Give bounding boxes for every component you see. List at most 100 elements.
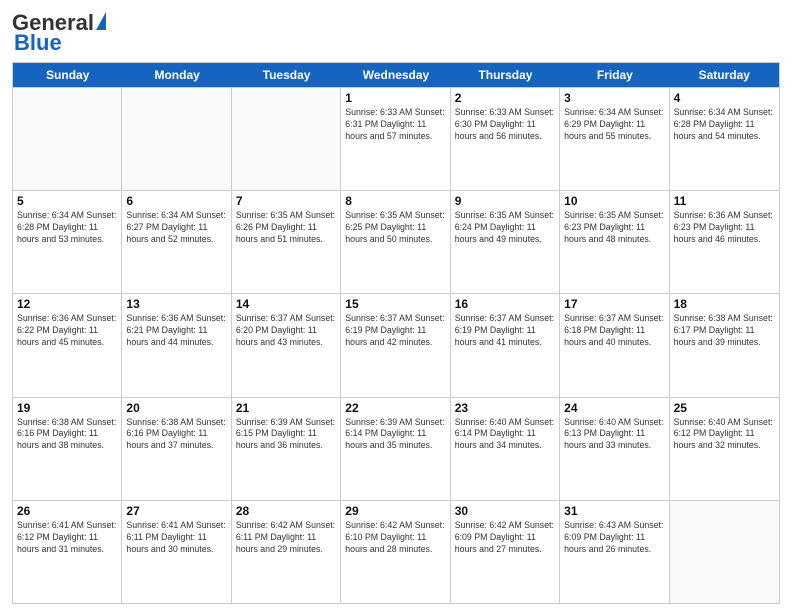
cell-info: Sunrise: 6:33 AM Sunset: 6:30 PM Dayligh… (455, 107, 555, 143)
calendar-cell: 22Sunrise: 6:39 AM Sunset: 6:14 PM Dayli… (341, 398, 450, 500)
calendar-cell: 16Sunrise: 6:37 AM Sunset: 6:19 PM Dayli… (451, 294, 560, 396)
weekday-header-friday: Friday (560, 63, 669, 87)
day-number: 25 (674, 401, 775, 415)
calendar-cell: 7 Sunrise: 6:35 AM Sunset: 6:26 PM Daylig… (232, 191, 341, 293)
calendar-cell: 5 Sunrise: 6:34 AM Sunset: 6:28 PM Daylig… (13, 191, 122, 293)
calendar-cell: 15 Sunrise: 6:37 AM Sunset: 6:19 PM Dayli… (341, 294, 450, 396)
day-number: 11 (674, 194, 775, 208)
cell-info: Sunrise: 6:38 AM Sunset: 6:17 PM Dayligh… (674, 313, 775, 349)
calendar-cell: 30 Sunrise: 6:42 AM Sunset: 6:09 PM Dayli… (451, 501, 560, 603)
day-number: 26 (17, 504, 117, 518)
calendar-cell: 21 Sunrise: 6:39 AM Sunset: 6:15 PM Dayli… (232, 398, 341, 500)
cell-info: Sunrise: 6:38 AM Sunset: 6:16 PM Dayligh… (17, 417, 117, 453)
calendar-cell (122, 88, 231, 190)
calendar-cell: 3 Sunrise: 6:34 AM Sunset: 6:29 PM Daylig… (560, 88, 669, 190)
weekday-header-tuesday: Tuesday (232, 63, 341, 87)
calendar-cell: 8 Sunrise: 6:35 AM Sunset: 6:25 PM Daylig… (341, 191, 450, 293)
calendar-row-4: 26 Sunrise: 6:41 AM Sunset: 6:12 PM Dayli… (13, 500, 779, 603)
calendar-cell: 12 Sunrise: 6:36 AM Sunset: 6:22 PM Dayli… (13, 294, 122, 396)
day-number: 15 (345, 297, 445, 311)
day-number: 30 (455, 504, 555, 518)
day-number: 8 (345, 194, 445, 208)
day-number: 13 (126, 297, 226, 311)
calendar-cell: 26 Sunrise: 6:41 AM Sunset: 6:12 PM Dayli… (13, 501, 122, 603)
calendar-cell: 13 Sunrise: 6:36 AM Sunset: 6:21 PM Dayli… (122, 294, 231, 396)
day-number: 14 (236, 297, 336, 311)
calendar-cell: 11 Sunrise: 6:36 AM Sunset: 6:23 PM Dayli… (670, 191, 779, 293)
day-number: 24 (564, 401, 664, 415)
logo-triangle-icon (96, 12, 106, 30)
calendar-cell (13, 88, 122, 190)
cell-info: Sunrise: 6:43 AM Sunset: 6:09 PM Dayligh… (564, 520, 664, 556)
calendar-cell: 25 Sunrise: 6:40 AM Sunset: 6:12 PM Dayli… (670, 398, 779, 500)
day-number: 27 (126, 504, 226, 518)
calendar-cell: 20 Sunrise: 6:38 AM Sunset: 6:16 PM Dayli… (122, 398, 231, 500)
calendar-cell: 24 Sunrise: 6:40 AM Sunset: 6:13 PM Dayli… (560, 398, 669, 500)
cell-info: Sunrise: 6:34 AM Sunset: 6:28 PM Dayligh… (17, 210, 117, 246)
cell-info: Sunrise: 6:34 AM Sunset: 6:27 PM Dayligh… (126, 210, 226, 246)
day-number: 18 (674, 297, 775, 311)
weekday-header-thursday: Thursday (451, 63, 560, 87)
day-number: 22 (345, 401, 445, 415)
calendar-cell: 29Sunrise: 6:42 AM Sunset: 6:10 PM Dayli… (341, 501, 450, 603)
day-number: 28 (236, 504, 336, 518)
cell-info: Sunrise: 6:34 AM Sunset: 6:28 PM Dayligh… (674, 107, 775, 143)
calendar-cell: 28 Sunrise: 6:42 AM Sunset: 6:11 PM Dayli… (232, 501, 341, 603)
cell-info: Sunrise: 6:34 AM Sunset: 6:29 PM Dayligh… (564, 107, 664, 143)
cell-info: Sunrise: 6:42 AM Sunset: 6:11 PM Dayligh… (236, 520, 336, 556)
day-number: 4 (674, 91, 775, 105)
calendar-cell: 18 Sunrise: 6:38 AM Sunset: 6:17 PM Dayli… (670, 294, 779, 396)
cell-info: Sunrise: 6:37 AM Sunset: 6:20 PM Dayligh… (236, 313, 336, 349)
day-number: 21 (236, 401, 336, 415)
day-number: 1 (345, 91, 445, 105)
calendar-cell: 19 Sunrise: 6:38 AM Sunset: 6:16 PM Dayli… (13, 398, 122, 500)
cell-info: Sunrise: 6:41 AM Sunset: 6:11 PM Dayligh… (126, 520, 226, 556)
header: General Blue (12, 10, 780, 56)
calendar-cell: 31Sunrise: 6:43 AM Sunset: 6:09 PM Dayli… (560, 501, 669, 603)
day-number: 3 (564, 91, 664, 105)
day-number: 12 (17, 297, 117, 311)
cell-info: Sunrise: 6:36 AM Sunset: 6:23 PM Dayligh… (674, 210, 775, 246)
calendar-row-0: 1Sunrise: 6:33 AM Sunset: 6:31 PM Daylig… (13, 87, 779, 190)
weekday-header-sunday: Sunday (13, 63, 122, 87)
cell-info: Sunrise: 6:39 AM Sunset: 6:15 PM Dayligh… (236, 417, 336, 453)
page: General Blue SundayMondayTuesdayWednesda… (0, 0, 792, 612)
calendar-cell: 2 Sunrise: 6:33 AM Sunset: 6:30 PM Daylig… (451, 88, 560, 190)
day-number: 23 (455, 401, 555, 415)
weekday-header-saturday: Saturday (670, 63, 779, 87)
day-number: 5 (17, 194, 117, 208)
calendar-cell (232, 88, 341, 190)
calendar-cell: 4 Sunrise: 6:34 AM Sunset: 6:28 PM Daylig… (670, 88, 779, 190)
cell-info: Sunrise: 6:37 AM Sunset: 6:19 PM Dayligh… (455, 313, 555, 349)
cell-info: Sunrise: 6:40 AM Sunset: 6:14 PM Dayligh… (455, 417, 555, 453)
day-number: 10 (564, 194, 664, 208)
calendar-cell: 9Sunrise: 6:35 AM Sunset: 6:24 PM Daylig… (451, 191, 560, 293)
cell-info: Sunrise: 6:36 AM Sunset: 6:21 PM Dayligh… (126, 313, 226, 349)
cell-info: Sunrise: 6:38 AM Sunset: 6:16 PM Dayligh… (126, 417, 226, 453)
cell-info: Sunrise: 6:35 AM Sunset: 6:23 PM Dayligh… (564, 210, 664, 246)
day-number: 20 (126, 401, 226, 415)
day-number: 9 (455, 194, 555, 208)
logo: General Blue (12, 10, 106, 56)
day-number: 17 (564, 297, 664, 311)
day-number: 2 (455, 91, 555, 105)
cell-info: Sunrise: 6:37 AM Sunset: 6:19 PM Dayligh… (345, 313, 445, 349)
calendar-cell: 23 Sunrise: 6:40 AM Sunset: 6:14 PM Dayli… (451, 398, 560, 500)
calendar-cell: 17 Sunrise: 6:37 AM Sunset: 6:18 PM Dayli… (560, 294, 669, 396)
calendar-row-3: 19 Sunrise: 6:38 AM Sunset: 6:16 PM Dayli… (13, 397, 779, 500)
cell-info: Sunrise: 6:42 AM Sunset: 6:09 PM Dayligh… (455, 520, 555, 556)
calendar-cell: 1Sunrise: 6:33 AM Sunset: 6:31 PM Daylig… (341, 88, 450, 190)
day-number: 7 (236, 194, 336, 208)
cell-info: Sunrise: 6:36 AM Sunset: 6:22 PM Dayligh… (17, 313, 117, 349)
day-number: 6 (126, 194, 226, 208)
cell-info: Sunrise: 6:40 AM Sunset: 6:12 PM Dayligh… (674, 417, 775, 453)
weekday-header-monday: Monday (122, 63, 231, 87)
cell-info: Sunrise: 6:40 AM Sunset: 6:13 PM Dayligh… (564, 417, 664, 453)
cell-info: Sunrise: 6:35 AM Sunset: 6:26 PM Dayligh… (236, 210, 336, 246)
cell-info: Sunrise: 6:35 AM Sunset: 6:25 PM Dayligh… (345, 210, 445, 246)
logo-blue: Blue (14, 30, 62, 56)
cell-info: Sunrise: 6:37 AM Sunset: 6:18 PM Dayligh… (564, 313, 664, 349)
day-number: 19 (17, 401, 117, 415)
calendar-cell: 10 Sunrise: 6:35 AM Sunset: 6:23 PM Dayli… (560, 191, 669, 293)
cell-info: Sunrise: 6:41 AM Sunset: 6:12 PM Dayligh… (17, 520, 117, 556)
